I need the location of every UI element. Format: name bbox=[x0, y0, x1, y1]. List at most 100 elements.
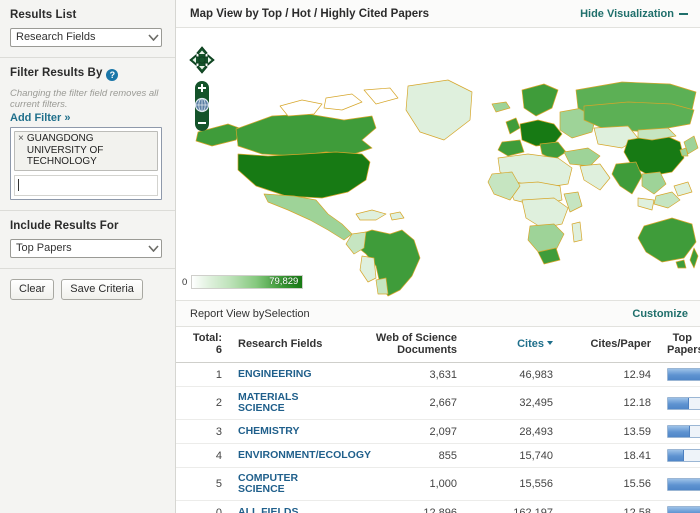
map-visualization[interactable]: 0 79,829 bbox=[176, 28, 700, 301]
text-caret bbox=[18, 178, 19, 191]
cites-sort-label[interactable]: Cites bbox=[517, 338, 544, 350]
include-results-title: Include Results For bbox=[10, 219, 119, 232]
filter-results-title: Filter Results By? bbox=[10, 67, 165, 81]
row-cites-per-paper: 12.18 bbox=[561, 386, 659, 420]
save-criteria-button[interactable]: Save Criteria bbox=[61, 278, 143, 300]
row-rank: 1 bbox=[176, 362, 230, 387]
globe-icon bbox=[194, 97, 210, 113]
column-research-fields[interactable]: Research Fields bbox=[230, 327, 354, 363]
table-row[interactable]: 1 ENGINEERING 3,63146,98312.94 125 bbox=[176, 362, 700, 387]
map-title-subject: Top / Hot / Highly Cited Papers bbox=[261, 7, 430, 20]
hide-visualization-label: Hide Visualization bbox=[580, 7, 674, 20]
results-list-title: Results List bbox=[10, 9, 77, 21]
report-table-head: Total: 6 Research Fields Web of Science … bbox=[176, 327, 700, 363]
row-cites-per-paper: 12.58 bbox=[561, 500, 659, 513]
top-papers-bar[interactable]: 23 bbox=[667, 449, 700, 462]
legend-min-value: 0 bbox=[182, 276, 188, 288]
table-row[interactable]: 3 CHEMISTRY 2,09728,49313.59 32 bbox=[176, 419, 700, 444]
filter-box: × GUANGDONG UNIVERSITY OF TECHNOLOGY bbox=[10, 127, 162, 200]
row-cites-per-paper: 18.41 bbox=[561, 443, 659, 468]
hide-visualization-button[interactable]: Hide Visualization bbox=[580, 8, 688, 20]
top-papers-bar[interactable]: 125 bbox=[667, 368, 700, 381]
map-panel-header: Map View by Top / Hot / Highly Cited Pape… bbox=[176, 0, 700, 28]
row-rank: 5 bbox=[176, 467, 230, 501]
row-documents: 2,097 bbox=[354, 419, 465, 444]
world-choropleth-map[interactable] bbox=[176, 28, 700, 300]
map-title-prefix: Map View by bbox=[190, 7, 259, 20]
column-cites-per-paper[interactable]: Cites/Paper bbox=[561, 327, 659, 363]
filter-input[interactable] bbox=[14, 174, 158, 196]
criteria-button-row: Clear Save Criteria bbox=[0, 268, 175, 310]
research-field-link[interactable]: COMPUTER SCIENCE bbox=[238, 473, 346, 495]
report-panel-header: Report View bySelection Customize bbox=[176, 301, 700, 327]
table-row[interactable]: 0 ALL FIELDS 12,896162,19712.58 284 bbox=[176, 500, 700, 513]
map-legend: 0 79,829 bbox=[182, 275, 304, 289]
sidebar: Results List Research Fields Filter Resu… bbox=[0, 0, 176, 513]
research-field-link[interactable]: MATERIALS SCIENCE bbox=[238, 392, 346, 414]
top-papers-bar-fill bbox=[668, 478, 700, 490]
row-documents: 3,631 bbox=[354, 362, 465, 387]
report-panel-title: Report View bySelection bbox=[190, 308, 310, 320]
row-cites: 32,495 bbox=[465, 386, 561, 420]
total-header: Total: 6 bbox=[176, 327, 230, 363]
column-wos-documents[interactable]: Web of Science Documents bbox=[354, 327, 465, 363]
customize-link[interactable]: Customize bbox=[632, 308, 688, 320]
row-documents: 2,667 bbox=[354, 386, 465, 420]
research-field-link[interactable]: CHEMISTRY bbox=[238, 426, 346, 437]
top-papers-bar-fill bbox=[668, 397, 690, 409]
column-top-papers[interactable]: Top Papers bbox=[659, 327, 700, 363]
table-header-row: Total: 6 Research Fields Web of Science … bbox=[176, 327, 700, 363]
total-count: 6 bbox=[215, 344, 222, 356]
map-navigation-control[interactable] bbox=[188, 45, 216, 140]
table-row[interactable]: 4ENVIRONMENT/ECOLOGY85515,74018.4123 bbox=[176, 443, 700, 468]
results-list-panel: Results List Research Fields bbox=[0, 0, 175, 58]
sort-desc-icon[interactable] bbox=[547, 341, 553, 345]
zoom-slider bbox=[194, 81, 210, 131]
report-table: Total: 6 Research Fields Web of Science … bbox=[176, 327, 700, 513]
filter-hint: Changing the filter field removes all cu… bbox=[10, 88, 159, 110]
report-title-subject: Selection bbox=[264, 307, 310, 320]
minus-icon bbox=[679, 12, 688, 15]
research-field-link[interactable]: ALL FIELDS bbox=[238, 507, 346, 513]
top-papers-bar-fill bbox=[668, 369, 700, 380]
clear-button[interactable]: Clear bbox=[10, 278, 55, 300]
row-cites: 15,740 bbox=[465, 443, 561, 468]
table-row[interactable]: 2 MATERIALS SCIENCE 2,66732,49512.18 31 bbox=[176, 386, 700, 420]
column-cites[interactable]: Cites bbox=[465, 327, 561, 363]
table-row[interactable]: 5 COMPUTER SCIENCE 1,00015,55615.56 50 bbox=[176, 467, 700, 501]
total-label: Total: bbox=[192, 332, 222, 344]
legend-gradient-bar: 79,829 bbox=[191, 275, 304, 289]
row-cites: 162,197 bbox=[465, 500, 561, 513]
minus-icon bbox=[198, 122, 206, 124]
row-rank: 3 bbox=[176, 419, 230, 444]
row-rank: 0 bbox=[176, 500, 230, 513]
pan-rosette-icon bbox=[189, 46, 215, 74]
top-papers-bar[interactable]: 50 bbox=[667, 477, 700, 491]
row-cites: 46,983 bbox=[465, 362, 561, 387]
report-title-prefix: Report View by bbox=[190, 307, 265, 320]
results-list-select[interactable]: Research Fields bbox=[10, 28, 162, 47]
filter-chip-label: GUANGDONG UNIVERSITY OF TECHNOLOGY bbox=[26, 133, 104, 167]
top-papers-bar[interactable]: 284 bbox=[667, 506, 700, 513]
app-root: Results List Research Fields Filter Resu… bbox=[0, 0, 700, 513]
include-results-panel: Include Results For Top Papers bbox=[0, 210, 175, 269]
top-papers-bar[interactable]: 31 bbox=[667, 396, 700, 410]
row-documents: 12,896 bbox=[354, 500, 465, 513]
top-papers-bar[interactable]: 32 bbox=[667, 425, 700, 438]
top-papers-bar-fill bbox=[668, 507, 700, 513]
top-papers-bar-fill bbox=[668, 450, 685, 461]
research-field-link[interactable]: ENGINEERING bbox=[238, 369, 346, 380]
legend-max-value: 79,829 bbox=[269, 276, 299, 287]
include-results-select[interactable]: Top Papers bbox=[10, 238, 162, 258]
row-cites: 28,493 bbox=[465, 419, 561, 444]
filter-chip[interactable]: × GUANGDONG UNIVERSITY OF TECHNOLOGY bbox=[14, 131, 158, 171]
row-rank: 4 bbox=[176, 443, 230, 468]
include-results-value: Top Papers bbox=[16, 241, 72, 254]
remove-filter-icon[interactable]: × bbox=[18, 133, 24, 168]
row-rank: 2 bbox=[176, 386, 230, 420]
help-icon[interactable]: ? bbox=[106, 69, 119, 81]
research-field-link[interactable]: ENVIRONMENT/ECOLOGY bbox=[238, 450, 371, 461]
row-cites-per-paper: 15.56 bbox=[561, 467, 659, 501]
add-filter-link[interactable]: Add Filter » bbox=[10, 112, 165, 124]
filter-results-label: Filter Results By bbox=[10, 67, 103, 79]
